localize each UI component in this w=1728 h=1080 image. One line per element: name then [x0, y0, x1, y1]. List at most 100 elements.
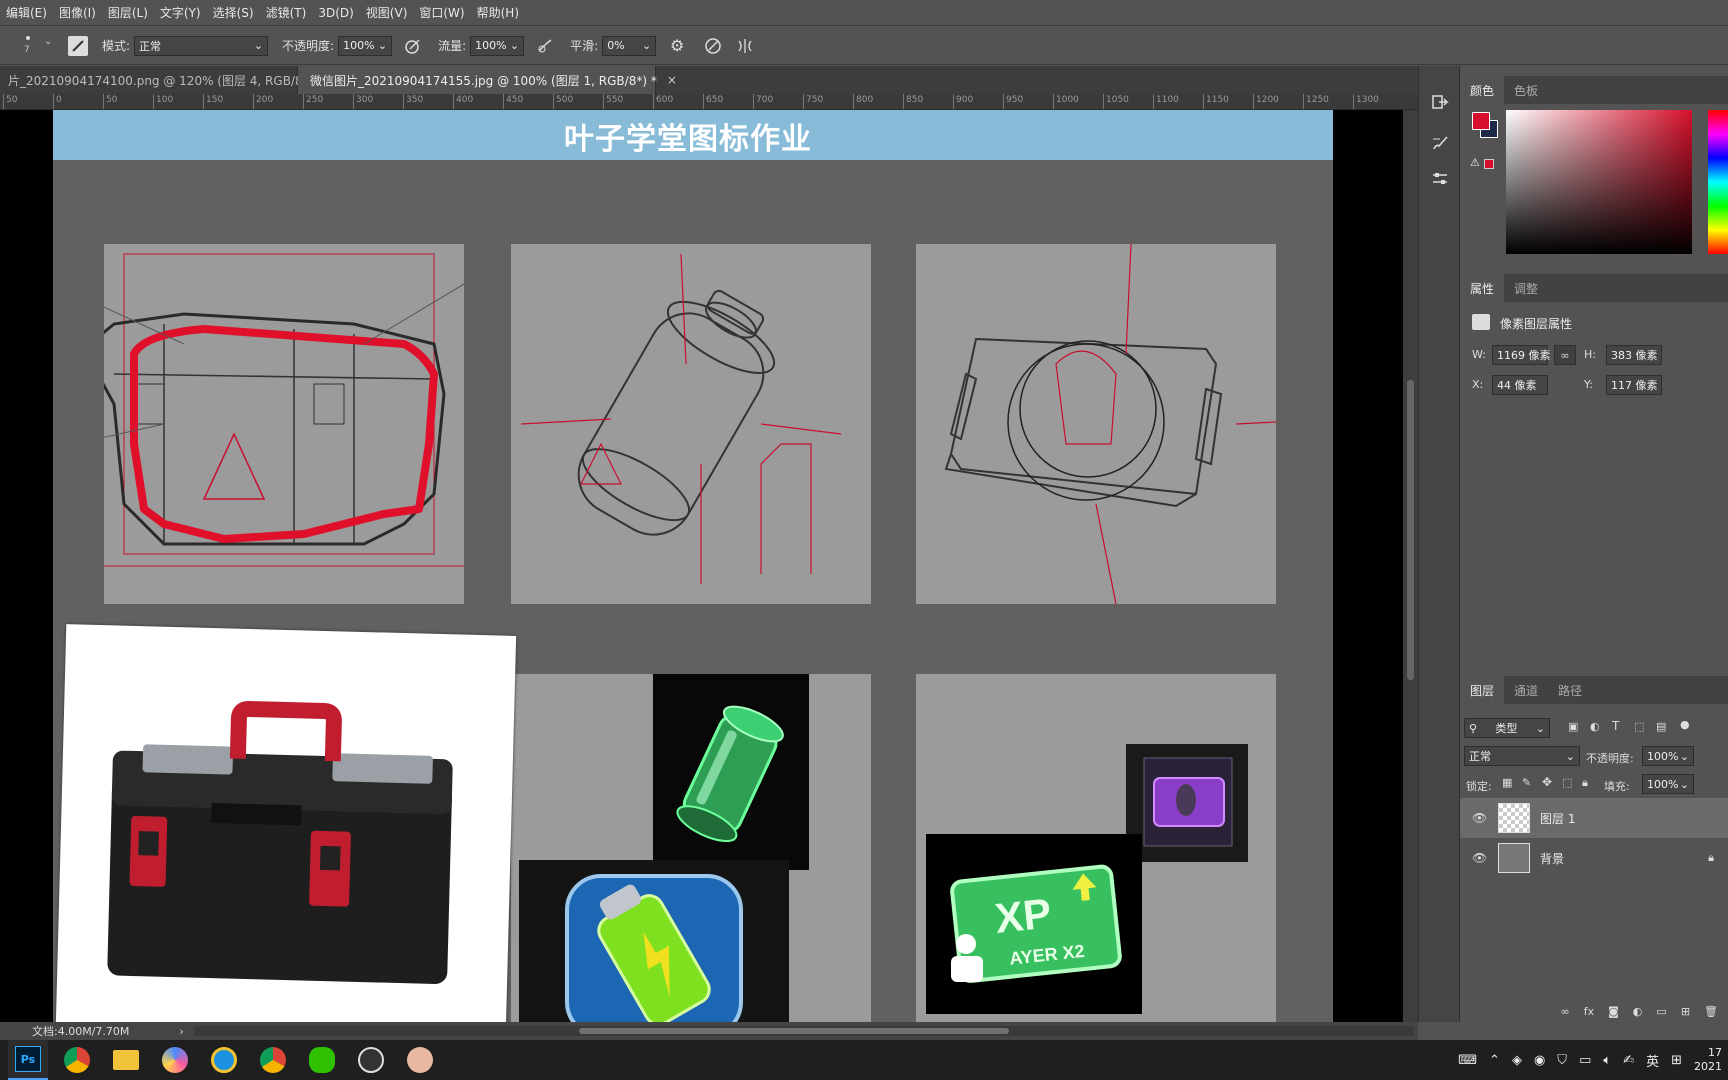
avatar-taskbar-icon[interactable]	[400, 1040, 440, 1080]
history-icon[interactable]	[1425, 88, 1455, 118]
filter-smart-object-icon[interactable]: ▤	[1656, 720, 1666, 733]
grid-icon[interactable]: ⊞	[1671, 1053, 1682, 1068]
brush-preset-picker[interactable]: 7 ⌄	[14, 31, 68, 61]
new-layer-icon[interactable]: ⊞	[1681, 1005, 1690, 1018]
new-group-icon[interactable]: ▭	[1656, 1005, 1666, 1018]
gamut-color-chip[interactable]	[1484, 159, 1494, 169]
link-layers-icon[interactable]: ∞	[1561, 1005, 1570, 1018]
vertical-scrollbar[interactable]	[1403, 110, 1418, 1022]
chrome-2-taskbar-icon[interactable]	[253, 1040, 293, 1080]
tray-app-icon[interactable]: ◈	[1512, 1053, 1522, 1068]
volume-icon[interactable]: 🔈︎	[1603, 1053, 1611, 1068]
eye-icon[interactable]: 👁︎	[1472, 851, 1490, 865]
lock-artboard-icon[interactable]: ⬚	[1562, 776, 1572, 789]
symmetry-icon[interactable]	[734, 37, 756, 55]
airbrush-icon[interactable]	[534, 37, 556, 55]
menu-view[interactable]: 视图(V)	[360, 4, 414, 21]
height-field[interactable]: 383 像素	[1606, 345, 1662, 365]
tab-color[interactable]: 颜色	[1460, 76, 1505, 104]
new-adjustment-icon[interactable]: ◐	[1633, 1005, 1643, 1018]
obs-taskbar-icon[interactable]	[351, 1040, 391, 1080]
tab-adjustments[interactable]: 调整	[1504, 274, 1548, 302]
pen-icon[interactable]: ✍	[1623, 1053, 1634, 1068]
tray-shield-icon[interactable]: ⛉	[1557, 1053, 1567, 1068]
lock-all-icon[interactable]: 🔒︎	[1582, 776, 1588, 790]
clock[interactable]: 17 2021	[1694, 1046, 1722, 1074]
adjustments-icon[interactable]	[1425, 164, 1455, 194]
color-picker-field[interactable]	[1506, 110, 1692, 254]
tab-properties[interactable]: 属性	[1460, 274, 1505, 302]
trash-icon[interactable]: 🗑︎	[1704, 1005, 1718, 1018]
blend-mode-select[interactable]: 正常 ⌄	[1464, 746, 1580, 766]
pressure-opacity-icon[interactable]	[402, 37, 424, 55]
filter-pixel-icon[interactable]: ▣	[1568, 720, 1578, 733]
gear-icon[interactable]: ⚙	[666, 36, 688, 55]
file-explorer-taskbar-icon[interactable]	[106, 1040, 146, 1080]
layer-row-background[interactable]: 👁︎ 背景 🔒︎	[1460, 838, 1728, 878]
tab-document-2[interactable]: 微信图片_20210904174155.jpg @ 100% (图层 1, RG…	[298, 66, 677, 94]
fx-icon[interactable]: fx	[1584, 1005, 1594, 1018]
smoothing-select[interactable]: 0% ⌄	[602, 35, 657, 56]
filter-shape-icon[interactable]: ⬚	[1634, 720, 1644, 733]
menu-window[interactable]: 窗口(W)	[413, 4, 470, 21]
menu-layer[interactable]: 图层(L)	[102, 4, 154, 21]
filter-type-icon[interactable]: T	[1612, 719, 1619, 733]
opacity-select[interactable]: 100% ⌄	[338, 35, 393, 56]
fill-select[interactable]: 100% ⌄	[1642, 774, 1694, 794]
flow-select[interactable]: 100% ⌄	[470, 35, 525, 56]
menu-filter[interactable]: 滤镜(T)	[260, 4, 313, 21]
width-field[interactable]: 1169 像素	[1492, 345, 1551, 365]
tray-app-icon[interactable]: ◉	[1534, 1053, 1545, 1068]
x-field[interactable]: 44 像素	[1492, 375, 1548, 395]
filter-adjustment-icon[interactable]: ◐	[1590, 720, 1600, 733]
chrome-taskbar-icon[interactable]	[57, 1040, 97, 1080]
eye-icon[interactable]: 👁︎	[1472, 811, 1490, 825]
menu-type[interactable]: 文字(Y)	[154, 4, 207, 21]
mode-select[interactable]: 正常 ⌄	[134, 35, 269, 56]
layer-filter-select[interactable]: ⚲ 类型 ⌄	[1464, 718, 1550, 738]
pressure-size-icon[interactable]	[702, 37, 724, 55]
network-icon[interactable]: ▭	[1579, 1053, 1591, 1068]
menu-help[interactable]: 帮助(H)	[471, 4, 525, 21]
tab-paths[interactable]: 路径	[1548, 676, 1592, 704]
lock-position-icon[interactable]: ✥	[1542, 775, 1552, 789]
edge-taskbar-icon[interactable]	[204, 1040, 244, 1080]
close-icon[interactable]: ×	[667, 73, 677, 87]
status-menu-arrow[interactable]: ›	[179, 1025, 183, 1038]
brush-panel-icon[interactable]	[68, 35, 88, 56]
tab-document-1[interactable]: 片_20210904174100.png @ 120% (图层 4, RGB/8…	[0, 66, 337, 94]
app-taskbar-icon[interactable]	[155, 1040, 195, 1080]
chevron-up-icon[interactable]: ⌃	[1489, 1053, 1500, 1068]
layer-opacity-select[interactable]: 100% ⌄	[1642, 746, 1694, 766]
filter-toggle-icon[interactable]: ●	[1680, 718, 1690, 731]
foreground-color-swatch[interactable]	[1472, 112, 1490, 130]
tab-swatches[interactable]: 色板	[1504, 76, 1548, 104]
brush-settings-icon[interactable]	[1425, 128, 1455, 158]
scrollbar-thumb[interactable]	[1407, 380, 1414, 680]
menu-image[interactable]: 图像(I)	[53, 4, 102, 21]
tab-channels[interactable]: 通道	[1504, 676, 1548, 704]
menu-select[interactable]: 选择(S)	[207, 4, 260, 21]
input-method-indicator[interactable]: 英	[1646, 1051, 1659, 1070]
wechat-taskbar-icon[interactable]	[302, 1040, 342, 1080]
y-field[interactable]: 117 像素	[1606, 375, 1662, 395]
gamut-warning-icon[interactable]: ⚠	[1470, 156, 1480, 169]
hue-slider[interactable]	[1708, 110, 1728, 254]
layer-row-layer-1[interactable]: 👁︎ 图层 1	[1460, 798, 1728, 838]
lock-pixels-icon[interactable]: ✎	[1522, 776, 1531, 789]
tab-layers[interactable]: 图层	[1460, 676, 1505, 704]
keyboard-icon[interactable]: ⌨	[1458, 1053, 1477, 1068]
menu-edit[interactable]: 编辑(E)	[0, 4, 53, 21]
canvas-workarea[interactable]: 叶子学堂图标作业 XP AYER X2	[0, 110, 1403, 1022]
menu-3d[interactable]: 3D(D)	[312, 6, 359, 20]
add-mask-icon[interactable]: ◙	[1608, 1005, 1619, 1018]
lock-transparency-icon[interactable]: ▦	[1502, 776, 1512, 789]
horizontal-scrollbar[interactable]	[193, 1026, 1414, 1036]
layer-name[interactable]: 背景	[1540, 850, 1564, 867]
document-canvas[interactable]: 叶子学堂图标作业 XP AYER X2	[53, 110, 1333, 1022]
photoshop-taskbar-icon[interactable]: Ps	[8, 1040, 48, 1080]
horizontal-ruler[interactable]: 50 0 50 100 150 200 250 300 350 400 450 500 550 600 65…	[0, 94, 1418, 110]
layer-name[interactable]: 图层 1	[1540, 810, 1575, 827]
link-dimensions-icon[interactable]: ∞	[1554, 345, 1576, 365]
scrollbar-thumb[interactable]	[578, 1028, 1009, 1034]
